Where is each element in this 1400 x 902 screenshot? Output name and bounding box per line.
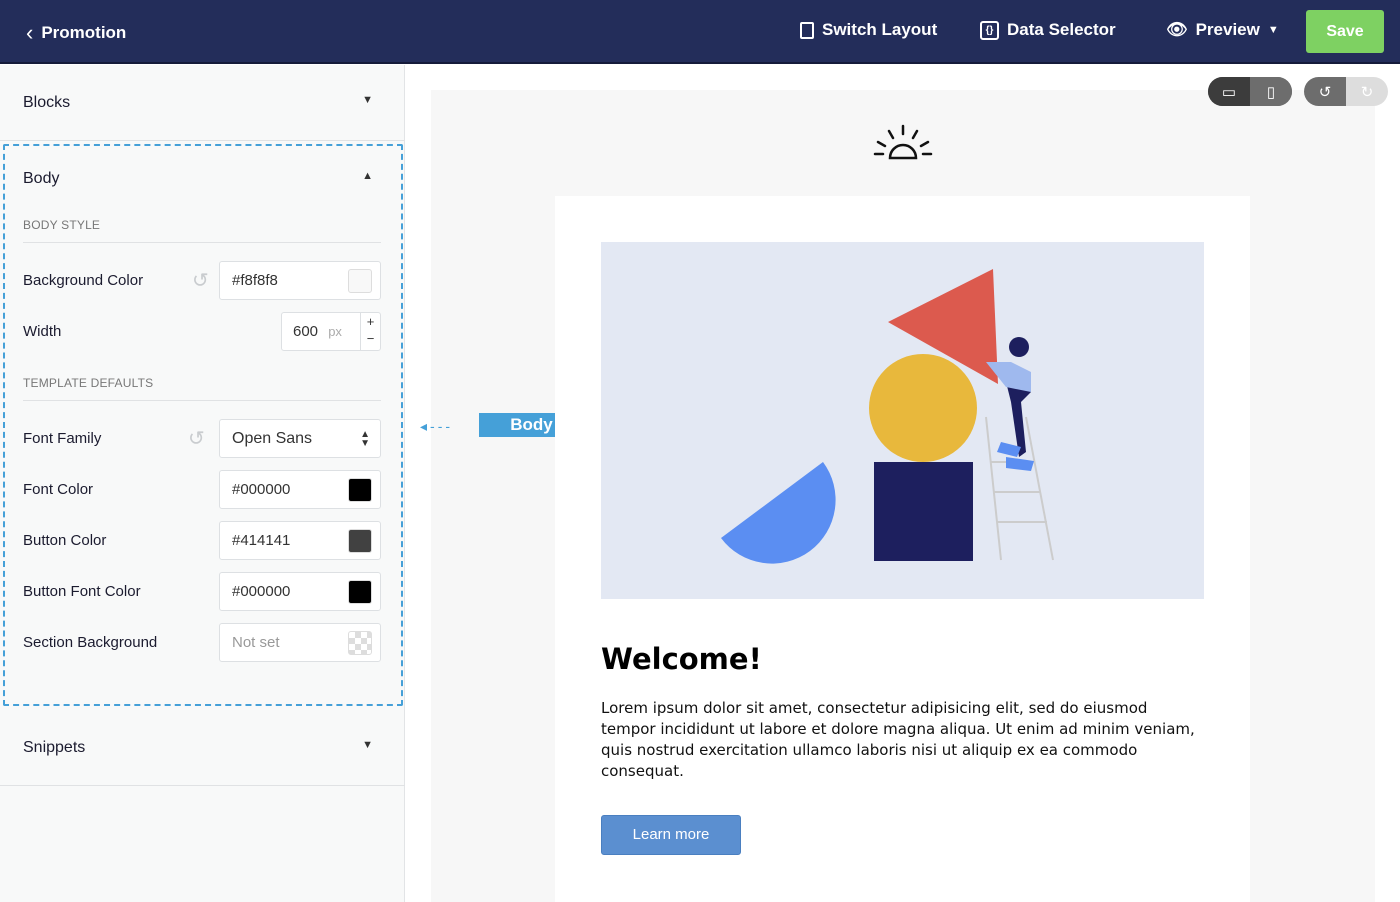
caret-down-icon: ▼ [1267,24,1279,36]
color-swatch[interactable] [348,580,372,604]
back-button[interactable]: ‹ Promotion [26,20,126,46]
sunrise-logo-icon [873,124,933,160]
blocks-section-toggle[interactable]: Blocks ▼ [23,94,373,112]
chevron-left-icon: ‹ [26,20,34,45]
button-font-color-field[interactable]: #000000 [219,572,381,611]
email-paragraph: Lorem ipsum dolor sit amet, consectetur … [601,699,1195,780]
hero-illustration [601,242,1204,599]
color-swatch[interactable] [348,478,372,502]
button-color-label: Button Color [23,532,107,549]
data-icon: {} [980,20,999,40]
switch-layout-button[interactable]: Switch Layout [800,20,937,40]
plus-icon[interactable]: + [367,314,375,329]
color-swatch[interactable] [348,269,372,293]
section-bg-label: Section Background [23,634,158,651]
minus-icon[interactable]: − [367,331,375,346]
body-label: Body [23,170,60,187]
reset-icon[interactable]: ↺ [192,268,209,293]
top-bar: ‹ Promotion Switch Layout {} Data Selector… [0,0,1400,64]
snippets-label: Snippets [23,739,86,756]
learn-more-button[interactable]: Learn more [601,815,741,855]
mobile-view-icon[interactable]: ▯ [1250,77,1292,106]
divider [0,140,405,141]
font-family-select[interactable]: Open Sans ▲ ▼ [219,419,381,458]
desktop-view-icon[interactable]: ▭ [1208,77,1250,106]
width-unit: px [328,324,342,339]
font-color-value: #000000 [232,481,291,498]
font-color-field[interactable]: #000000 [219,470,381,509]
snippets-section-toggle[interactable]: Snippets ▼ [23,739,373,757]
section-bg-field[interactable]: Not set [219,623,381,662]
width-value: 600 [293,323,319,340]
caret-down-icon: ▼ [362,94,373,106]
blocks-label: Blocks [23,94,71,111]
bg-color-value: #f8f8f8 [232,272,278,289]
font-family-value: Open Sans [232,430,313,447]
section-bg-value: Not set [232,634,280,651]
transparent-swatch[interactable] [348,631,372,655]
template-defaults-heading: TEMPLATE DEFAULTS [23,376,154,390]
divider [23,400,381,401]
select-arrows-icon: ▲ ▼ [360,429,370,449]
font-color-label: Font Color [23,481,94,498]
button-color-value: #414141 [232,532,291,549]
preview-label: Preview [1195,20,1260,39]
eye-icon: 👁 [1166,20,1188,39]
width-stepper[interactable]: 600 px + − [281,312,381,351]
divider [0,785,405,786]
save-button[interactable]: Save [1306,10,1384,53]
switch-layout-label: Switch Layout [822,20,938,39]
button-font-color-value: #000000 [232,583,291,600]
button-font-color-label: Button Font Color [23,583,141,600]
undo-icon[interactable]: ↺ [1304,77,1346,106]
button-color-field[interactable]: #414141 [219,521,381,560]
data-selector-button[interactable]: {} Data Selector [980,20,1116,40]
preview-dropdown[interactable]: 👁 Preview ▼ [1166,20,1279,40]
bg-color-label: Background Color [23,272,144,289]
body-style-heading: BODY STYLE [23,218,101,232]
layout-icon [800,21,814,39]
redo-icon[interactable]: ↻ [1346,77,1388,106]
view-toggle: ▭ ▯ [1208,77,1292,106]
bg-color-field[interactable]: #f8f8f8 [219,261,381,300]
caret-down-icon: ▼ [362,739,373,751]
width-label: Width [23,323,62,340]
data-selector-label: Data Selector [1007,20,1116,39]
divider [23,242,381,243]
stepper-buttons[interactable]: + − [360,313,380,350]
history-controls: ↺ ↻ [1304,77,1388,106]
body-section-toggle[interactable]: Body ▲ [23,170,373,188]
page-title: Promotion [41,23,127,42]
email-heading: Welcome! [601,642,762,676]
color-swatch[interactable] [348,529,372,553]
caret-up-icon: ▲ [362,170,373,182]
font-family-label: Font Family [23,430,102,447]
reset-icon[interactable]: ↺ [188,426,205,451]
arrow-left-icon: ◂‑‑‑ [420,418,454,434]
